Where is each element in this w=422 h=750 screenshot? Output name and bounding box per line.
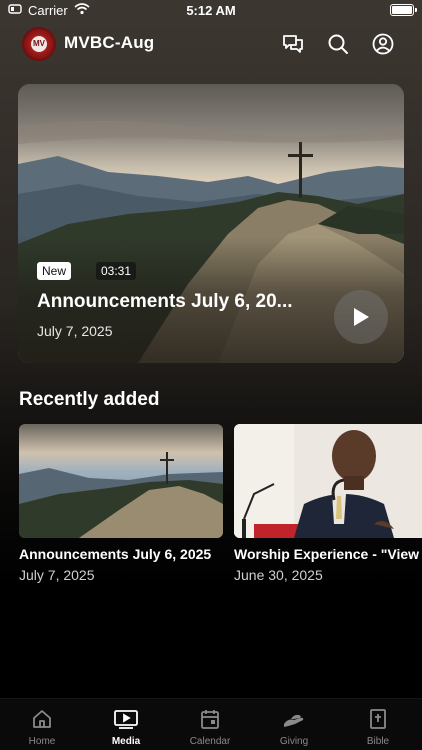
profile-icon[interactable] — [369, 30, 397, 58]
battery-icon — [390, 4, 417, 16]
bottom-tab-bar: Home Media Calendar Giving Bible — [0, 698, 422, 750]
home-icon — [0, 707, 84, 731]
tab-label: Media — [111, 736, 141, 747]
tab-media[interactable]: Media — [84, 707, 168, 747]
status-time: 5:12 AM — [186, 3, 236, 18]
bible-icon — [336, 707, 420, 731]
calendar-icon — [168, 707, 252, 731]
media-card-date: June 30, 2025 — [234, 567, 323, 583]
church-logo[interactable]: MV — [22, 27, 56, 61]
app-header: MV MVBC-Aug — [0, 24, 422, 64]
play-screen-icon — [84, 707, 168, 731]
tab-label: Home — [28, 736, 56, 747]
tab-calendar[interactable]: Calendar — [168, 707, 252, 747]
tab-home[interactable]: Home — [0, 707, 84, 747]
tab-giving[interactable]: Giving — [252, 707, 336, 747]
media-card[interactable]: Announcements July 6, 2025 July 7, 2025 — [19, 424, 223, 583]
status-bar: Carrier 5:12 AM — [0, 0, 422, 22]
giving-hand-icon — [252, 707, 336, 731]
recently-added-heading: Recently added — [19, 389, 160, 410]
search-icon[interactable] — [324, 30, 352, 58]
new-badge: New — [37, 262, 72, 280]
media-card-title: Worship Experience - "View — [234, 546, 420, 562]
play-icon — [354, 308, 369, 326]
media-thumbnail — [19, 424, 223, 538]
featured-date: July 7, 2025 — [37, 323, 113, 339]
tab-label: Giving — [279, 736, 309, 747]
media-card-title: Announcements July 6, 2025 — [19, 546, 212, 562]
featured-media-card[interactable]: New 03:31 Announcements July 6, 20... Ju… — [18, 84, 404, 363]
chat-icon[interactable] — [279, 30, 307, 58]
logo-monogram: MV — [31, 36, 47, 52]
tab-label: Calendar — [189, 736, 231, 747]
tab-label: Bible — [366, 736, 390, 747]
tab-bible[interactable]: Bible — [336, 707, 420, 747]
play-button[interactable] — [334, 290, 388, 344]
media-thumbnail — [234, 424, 422, 538]
media-card[interactable]: Worship Experience - "View June 30, 2025 — [234, 424, 422, 583]
duration-badge: 03:31 — [96, 262, 137, 280]
featured-title: Announcements July 6, 20... — [37, 291, 293, 312]
media-card-date: July 7, 2025 — [19, 567, 95, 583]
app-title: MVBC-Aug — [64, 33, 155, 52]
